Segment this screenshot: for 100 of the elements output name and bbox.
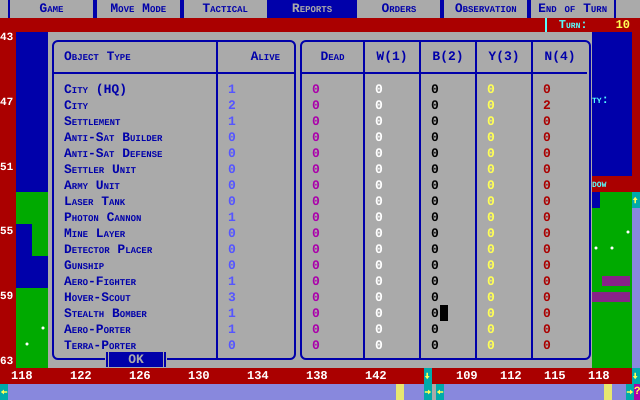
scroll-right-icon[interactable] [424,387,432,397]
column-header: B(2) [432,48,464,66]
table-cell: 0 [228,242,236,256]
object-type: Anti-Sat Builder [64,130,162,144]
row-number: 59 [0,291,14,304]
column-number: 115 [544,370,567,382]
table-cell: 0 [431,210,439,224]
table-cell: 2 [228,98,236,112]
table-cell: 0 [543,338,551,352]
row-number: 43 [0,32,14,44]
table-cell: 0 [487,338,495,352]
table-cell: 0 [487,210,495,224]
object-type: Aero-Porter [64,322,131,336]
column-number: 118 [588,370,611,382]
table-cell: 0 [312,82,320,96]
table-cell: 0 [487,322,495,336]
table-cell: 0 [228,194,236,208]
table-cell: 0 [375,162,383,176]
scroll-thumb[interactable] [396,384,404,400]
table-cell: 0 [543,146,551,160]
table-cell: 0 [228,146,236,160]
table-cell: 0 [312,290,320,304]
table-cell: 0 [543,82,551,96]
column-number: 134 [247,370,270,382]
table-cell: 0 [375,226,383,240]
table-cell: 0 [431,162,439,176]
table-cell: 0 [375,82,383,96]
help-button[interactable]: ? [634,384,640,400]
column-header: Dead [320,48,344,66]
column-header: Alive [250,48,280,66]
scroll-down-icon[interactable] [424,371,432,381]
menu-item[interactable]: Tactical [182,0,269,18]
column-header: Object Type [64,48,131,66]
table-cell: 0 [543,194,551,208]
column-number: 142 [365,370,388,382]
scroll-right-icon[interactable] [626,387,634,397]
table-cell: 0 [431,114,439,128]
table-cell: 0 [312,178,320,192]
menu-item[interactable]: Game [8,0,95,18]
table-cell: 0 [228,258,236,272]
table-cell: 1 [228,322,236,336]
table-cell: 0 [543,306,551,320]
menu-item[interactable]: Reports [268,0,356,18]
table-cell: 0 [228,178,236,192]
table-cell: 3 [228,290,236,304]
menu-item[interactable]: Orders [355,0,442,18]
column-header: N(4) [544,48,576,66]
table-cell: 0 [431,194,439,208]
table-cell: 1 [228,274,236,288]
scroll-left-icon[interactable] [0,387,8,397]
column-number: 138 [306,370,329,382]
table-cell: 0 [543,322,551,336]
table-cell: 0 [487,98,495,112]
table-cell: 1 [228,306,236,320]
column-number: 130 [188,370,211,382]
table-cell: 0 [431,258,439,272]
menu-item[interactable]: Move Mode [94,0,182,18]
table-cell: 0 [312,306,320,320]
scroll-left-icon[interactable] [436,387,444,397]
menu-item[interactable]: End of Turn [529,0,616,18]
object-type: Detector Placer [64,242,152,256]
table-cell: 0 [431,98,439,112]
table-cell: 0 [312,98,320,112]
table-cell: 0 [228,338,236,352]
table-cell: 0 [312,194,320,208]
scroll-thumb[interactable] [604,384,612,400]
row-number: 51 [0,162,14,174]
object-type: Army Unit [64,178,120,192]
column-header: W(1) [376,48,408,66]
table-cell: 0 [312,258,320,272]
scroll-down-icon[interactable] [632,371,640,381]
table-cell: 0 [431,242,439,256]
table-cell: 0 [487,242,495,256]
table-cell: 0 [312,274,320,288]
table-cell: 0 [431,290,439,304]
table-cell: 0 [487,226,495,240]
table-cell: 2 [543,98,551,112]
table-cell: 0 [543,274,551,288]
object-type: Photon Cannon [64,210,142,224]
menu-item[interactable]: Observation [442,0,530,18]
row-number: 55 [0,226,14,238]
scroll-up-icon[interactable] [632,195,640,205]
table-cell: 0 [487,306,495,320]
table-cell: 0 [431,322,439,336]
ok-button[interactable]: OK [105,352,167,367]
object-type: Gunship [64,258,104,272]
table-cell: 0 [543,290,551,304]
table-cell: 0 [431,130,439,144]
table-cell: 0 [312,322,320,336]
table-cell: 0 [312,242,320,256]
row-number: 63 [0,356,14,368]
object-type: Settler Unit [64,162,136,176]
table-cell: 0 [543,210,551,224]
table-cell: 0 [487,274,495,288]
table-cell: 0 [431,306,439,320]
object-type: Terra-Porter [64,338,136,352]
table-cell: 0 [487,258,495,272]
table-cell: 0 [312,338,320,352]
table-cell: 0 [487,162,495,176]
object-type: Aero-Fighter [64,274,136,288]
